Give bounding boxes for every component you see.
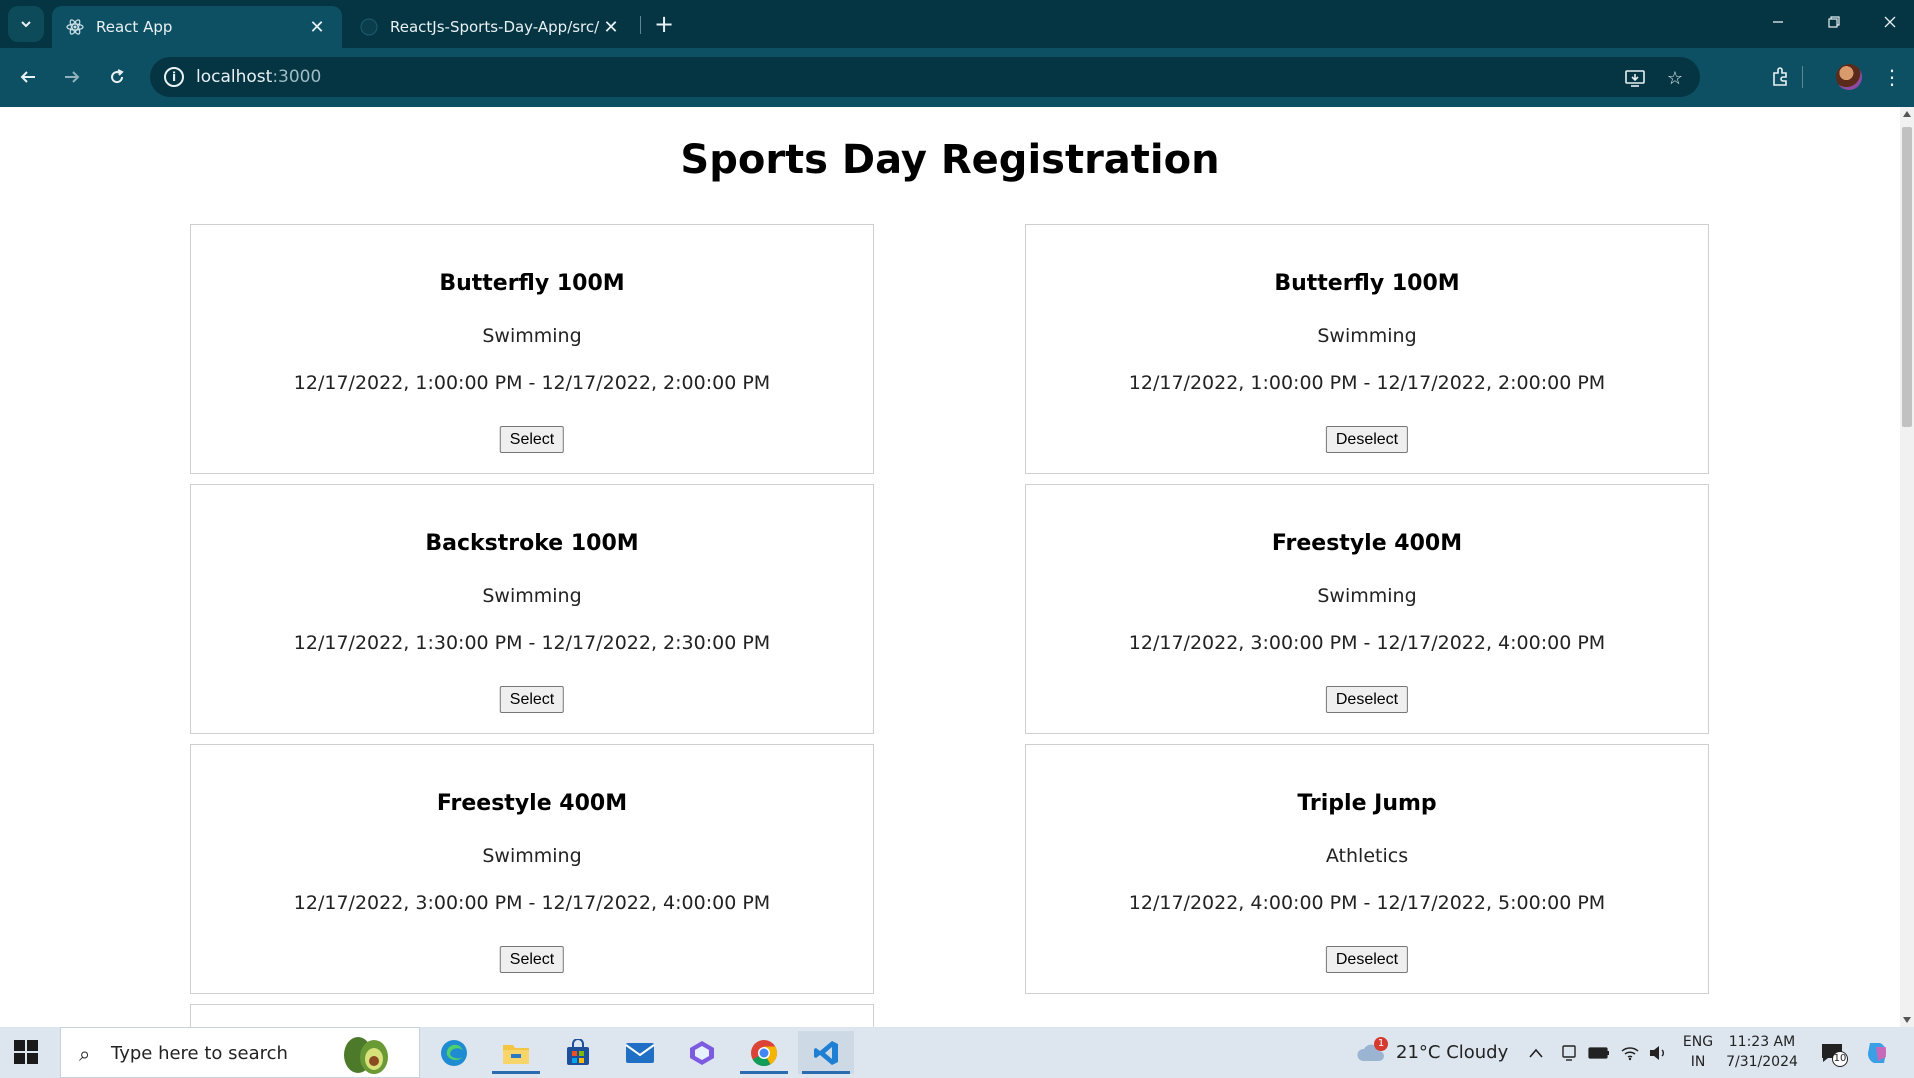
close-tab-icon[interactable]: ✕ [306,16,328,38]
avocado-search-highlight-icon[interactable] [338,1031,394,1075]
browser-tab-strip: React App ✕ ReactJs-Sports-Day-App/src/d… [0,0,1914,48]
event-time: 12/17/2022, 1:00:00 PM - 12/17/2022, 2:0… [293,372,771,394]
browser-toolbar: i localhost:3000 ☆ ⋮ [0,48,1914,107]
event-time: 12/17/2022, 1:00:00 PM - 12/17/2022, 2:0… [1128,372,1606,394]
scroll-down-arrow-icon[interactable] [1903,1017,1911,1023]
toolbar-divider [1802,66,1803,88]
event-category: Swimming [482,325,582,347]
chrome-icon[interactable] [736,1031,792,1074]
select-button[interactable]: Select [499,946,565,973]
event-name: Triple Jump [1297,791,1437,816]
install-app-icon[interactable] [1622,65,1648,91]
event-time: 12/17/2022, 3:00:00 PM - 12/17/2022, 4:0… [1128,632,1606,654]
deselect-button[interactable]: Deselect [1325,946,1409,973]
reload-icon[interactable] [99,59,135,95]
event-name: Freestyle 400M [436,791,628,816]
event-category: Swimming [1317,325,1417,347]
deselect-button[interactable]: Deselect [1325,426,1409,453]
back-arrow-icon[interactable] [10,59,46,95]
scrollbar-thumb[interactable] [1902,127,1912,427]
close-tab-icon[interactable]: ✕ [600,16,622,38]
notification-center-icon[interactable]: 10 [1820,1027,1848,1078]
event-category: Swimming [482,845,582,867]
weather-alert-badge: 1 [1374,1037,1388,1051]
address-bar[interactable]: i localhost:3000 ☆ [150,57,1700,97]
url-text: localhost:3000 [196,67,322,87]
github-logo-icon [360,18,378,36]
event-card-partial [190,1004,874,1027]
chevron-down-icon [21,21,31,28]
edge-browser-icon[interactable] [426,1031,482,1074]
volume-icon[interactable] [1648,1027,1668,1078]
copilot-tray-icon[interactable] [1864,1027,1892,1078]
event-name: Backstroke 100M [425,531,639,556]
file-explorer-icon[interactable] [488,1031,544,1074]
event-card: Butterfly 100M Swimming 12/17/2022, 1:00… [190,224,874,474]
close-window-icon[interactable] [1862,0,1914,44]
tab-github-repo[interactable]: ReactJs-Sports-Day-App/src/da ✕ [346,6,636,48]
event-time: 12/17/2022, 1:30:00 PM - 12/17/2022, 2:3… [293,632,771,654]
event-category: Swimming [1317,585,1417,607]
page-scrollbar[interactable] [1900,107,1914,1027]
site-info-icon[interactable]: i [164,67,184,87]
tab-react-app[interactable]: React App ✕ [52,6,342,48]
notification-count-badge: 10 [1832,1051,1848,1067]
react-logo-icon [66,18,84,36]
meet-now-icon[interactable] [1560,1027,1578,1078]
event-name: Butterfly 100M [439,271,625,296]
battery-icon[interactable] [1588,1027,1610,1078]
region-code: IN [1690,1054,1706,1070]
event-card: Triple Jump Athletics 12/17/2022, 4:00:0… [1025,744,1709,994]
scroll-up-arrow-icon[interactable] [1903,111,1911,117]
bookmark-star-icon[interactable]: ☆ [1662,65,1688,91]
language-code: ENG [1682,1034,1714,1050]
profile-avatar[interactable] [1836,64,1862,90]
select-button[interactable]: Select [499,686,565,713]
page-viewport: Sports Day Registration Butterfly 100M S… [0,107,1900,1027]
extensions-puzzle-icon[interactable] [1764,61,1796,93]
event-name: Butterfly 100M [1274,271,1460,296]
search-placeholder: Type here to search [111,1043,288,1064]
clock[interactable]: 11:23 AM 7/31/2024 [1722,1032,1802,1072]
weather-widget[interactable]: 1 21°C Cloudy [1356,1027,1508,1078]
event-card: Freestyle 400M Swimming 12/17/2022, 3:00… [1025,484,1709,734]
event-time: 12/17/2022, 4:00:00 PM - 12/17/2022, 5:0… [1128,892,1606,914]
windows-start-icon[interactable] [14,1040,38,1064]
event-category: Athletics [1325,845,1409,867]
tab-search-button[interactable] [8,6,44,42]
event-name: Freestyle 400M [1271,531,1463,556]
event-card: Butterfly 100M Swimming 12/17/2022, 1:00… [1025,224,1709,474]
restore-icon[interactable] [1806,0,1862,44]
event-time: 12/17/2022, 3:00:00 PM - 12/17/2022, 4:0… [293,892,771,914]
new-tab-button[interactable]: + [650,10,678,38]
tab-title: React App [96,18,173,36]
event-category: Swimming [482,585,582,607]
show-hidden-icons-chevron-icon[interactable] [1528,1027,1544,1078]
mail-icon[interactable] [612,1031,668,1074]
input-language[interactable]: ENG IN [1680,1032,1716,1072]
deselect-button[interactable]: Deselect [1325,686,1409,713]
page-title: Sports Day Registration [680,137,1220,183]
menu-kebab-icon[interactable]: ⋮ [1876,61,1908,93]
event-card: Backstroke 100M Swimming 12/17/2022, 1:3… [190,484,874,734]
clock-time: 11:23 AM [1728,1034,1796,1050]
minimize-icon[interactable] [1750,0,1806,44]
tab-divider [640,16,641,34]
wifi-icon[interactable] [1620,1027,1640,1078]
vscode-icon[interactable] [798,1031,854,1074]
windows-taskbar: ⌕ Type here to search 1 21°C Cloudy ENG … [0,1027,1914,1078]
forward-arrow-icon[interactable] [54,59,90,95]
microsoft-store-icon[interactable] [550,1031,606,1074]
select-button[interactable]: Select [499,426,565,453]
tab-title: ReactJs-Sports-Day-App/src/da [390,18,600,36]
clock-date: 7/31/2024 [1726,1054,1798,1070]
event-card: Freestyle 400M Swimming 12/17/2022, 3:00… [190,744,874,994]
copilot-icon[interactable] [674,1031,730,1074]
search-icon: ⌕ [79,1042,91,1066]
weather-text: 21°C Cloudy [1396,1042,1509,1063]
